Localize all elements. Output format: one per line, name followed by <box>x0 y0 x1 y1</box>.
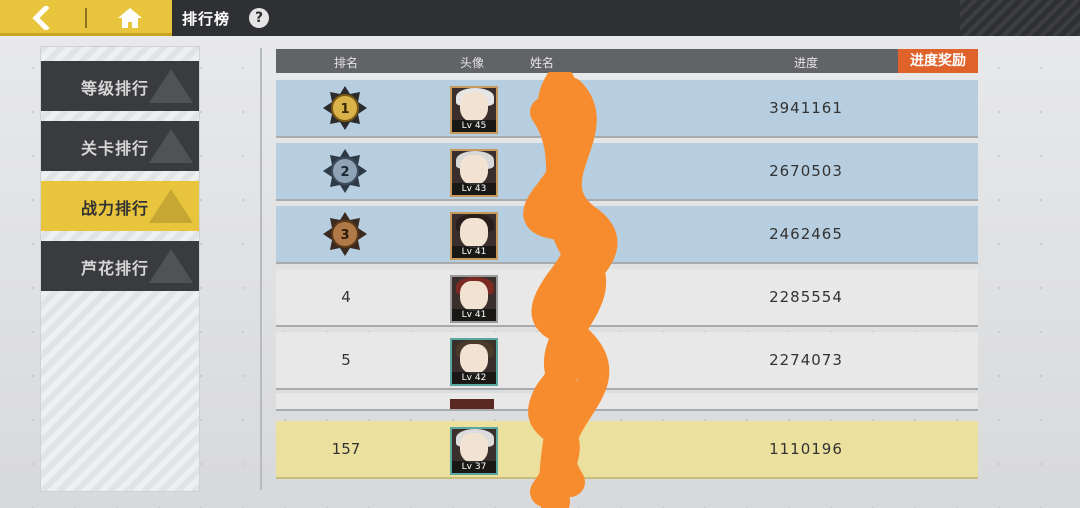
level-badge: Lv 41 <box>452 309 496 321</box>
triangle-logo-icon <box>149 69 193 103</box>
avatar-face <box>460 218 488 248</box>
level-badge: Lv 41 <box>452 246 496 258</box>
tab-level-ranking[interactable]: 等级排行 <box>41 61 199 111</box>
tab-power-ranking[interactable]: 战力排行 <box>41 181 199 231</box>
player-avatar[interactable]: Lv 45 <box>450 86 498 134</box>
tab-label: 关卡排行 <box>81 139 150 158</box>
level-badge: Lv 37 <box>452 461 496 473</box>
triangle-logo-icon <box>149 129 193 163</box>
tab-label: 战力排行 <box>81 199 150 218</box>
progress-reward-button[interactable]: 进度奖励 <box>898 49 978 73</box>
home-button[interactable] <box>112 4 148 32</box>
tab-label: 芦花排行 <box>81 259 150 278</box>
player-avatar[interactable]: Lv 41 <box>450 212 498 260</box>
rank-number: 5 <box>341 351 351 369</box>
progress-value: 1110196 <box>769 440 843 458</box>
back-button[interactable] <box>22 4 62 32</box>
divider <box>85 8 87 28</box>
help-button[interactable]: ? <box>249 8 269 28</box>
level-badge: Lv 43 <box>452 183 496 195</box>
ranking-category-panel: 等级排行 关卡排行 战力排行 芦花排行 <box>40 46 200 492</box>
tab-label: 等级排行 <box>81 79 150 98</box>
progress-value: 3941161 <box>769 99 843 117</box>
ranking-row-partial[interactable] <box>276 393 978 411</box>
home-icon <box>118 8 142 28</box>
ranking-row[interactable]: 3 Lv 41 2462465 <box>276 206 978 264</box>
level-badge: Lv 45 <box>452 120 496 132</box>
bronze-medal-icon: 3 <box>323 212 367 256</box>
decorative-stripes <box>960 0 1080 36</box>
ranking-row[interactable]: 4 Lv 41 2285554 <box>276 269 978 327</box>
svg-text:3: 3 <box>340 228 349 243</box>
progress-value: 2462465 <box>769 225 843 243</box>
progress-value: 2274073 <box>769 351 843 369</box>
header-rank: 排名 <box>334 56 359 70</box>
svg-text:1: 1 <box>340 102 349 117</box>
triangle-logo-icon <box>149 189 193 223</box>
rank-number: 4 <box>341 288 351 306</box>
tab-stage-ranking[interactable]: 关卡排行 <box>41 121 199 171</box>
chevron-left-icon <box>32 6 50 30</box>
player-avatar <box>450 399 494 409</box>
level-badge: Lv 42 <box>452 372 496 384</box>
player-avatar[interactable]: Lv 42 <box>450 338 498 386</box>
ranking-row[interactable]: 5 Lv 42 2274073 <box>276 332 978 390</box>
avatar-face <box>460 155 488 185</box>
progress-value: 2670503 <box>769 162 843 180</box>
player-avatar[interactable]: Lv 37 <box>450 427 498 475</box>
rank-number: 157 <box>331 440 361 458</box>
player-avatar[interactable]: Lv 41 <box>450 275 498 323</box>
avatar-face <box>460 92 488 122</box>
panel-divider <box>260 48 262 490</box>
ranking-row[interactable]: 2 Lv 43 2670503 <box>276 143 978 201</box>
ranking-row[interactable]: 1 Lv 45 3941161 <box>276 80 978 138</box>
header-avatar: 头像 <box>460 56 485 70</box>
page-title: 排行榜 <box>182 10 231 28</box>
svg-text:2: 2 <box>340 165 349 180</box>
header-progress: 进度 <box>794 56 819 70</box>
silver-medal-icon: 2 <box>323 149 367 193</box>
avatar-face <box>460 281 488 311</box>
avatar-face <box>460 344 488 374</box>
triangle-logo-icon <box>149 249 193 283</box>
progress-value: 2285554 <box>769 288 843 306</box>
header-name: 姓名 <box>530 56 555 70</box>
my-ranking-row[interactable]: 157 Lv 37 1110196 <box>276 421 978 479</box>
avatar-face <box>460 433 488 463</box>
ranking-table-header: 排名 头像 姓名 进度 <box>276 49 978 73</box>
top-bar: 排行榜 ? <box>0 0 1080 36</box>
gold-medal-icon: 1 <box>323 86 367 130</box>
tab-luhua-ranking[interactable]: 芦花排行 <box>41 241 199 291</box>
player-avatar[interactable]: Lv 43 <box>450 149 498 197</box>
